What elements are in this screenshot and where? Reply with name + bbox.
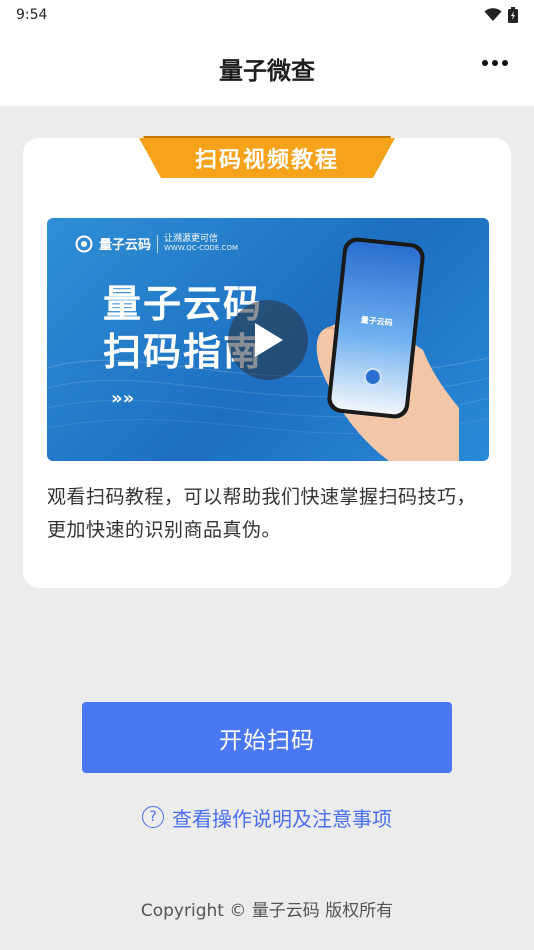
- brand-logo-icon: [75, 235, 93, 252]
- brand-site: WWW.QC-CODE.COM: [164, 243, 238, 252]
- help-link[interactable]: ? 查看操作说明及注意事项: [0, 800, 534, 834]
- ribbon-banner: 扫码视频教程: [139, 132, 395, 182]
- status-time: 9:54: [16, 7, 48, 23]
- play-icon: [255, 323, 283, 357]
- page-title: 量子微查: [219, 56, 315, 85]
- video-brand: 量子云码 让溯源更可信 WWW.QC-CODE.COM: [75, 234, 238, 253]
- tutorial-card: 扫码视频教程 量子云码 让溯源更可信 WWW.QC-CODE.COM 量子云码 …: [23, 136, 511, 588]
- battery-icon: [508, 7, 518, 23]
- copyright: Copyright © 量子云码 版权所有: [140, 901, 394, 921]
- tutorial-video[interactable]: 量子云码 让溯源更可信 WWW.QC-CODE.COM 量子云码 扫码指南 »»…: [47, 218, 489, 461]
- video-arrows: »»: [111, 388, 135, 409]
- more-icon[interactable]: [482, 60, 508, 66]
- help-link-label: 查看操作说明及注意事项: [172, 806, 392, 831]
- status-icons: [484, 7, 518, 23]
- wifi-icon: [484, 8, 502, 21]
- phone-app-name: 量子云码: [360, 315, 394, 328]
- tutorial-description: 观看扫码教程，可以帮助我们快速掌握扫码技巧，更加快速的识别商品真伪。: [47, 486, 477, 541]
- status-bar: 9:54: [0, 0, 534, 30]
- ribbon-label: 扫码视频教程: [194, 148, 339, 173]
- nav-bar: 量子微查: [0, 30, 534, 106]
- start-scan-button[interactable]: 开始扫码: [82, 702, 452, 773]
- question-icon: ?: [142, 806, 164, 828]
- play-button[interactable]: [228, 300, 308, 380]
- brand-name: 量子云码: [99, 238, 152, 253]
